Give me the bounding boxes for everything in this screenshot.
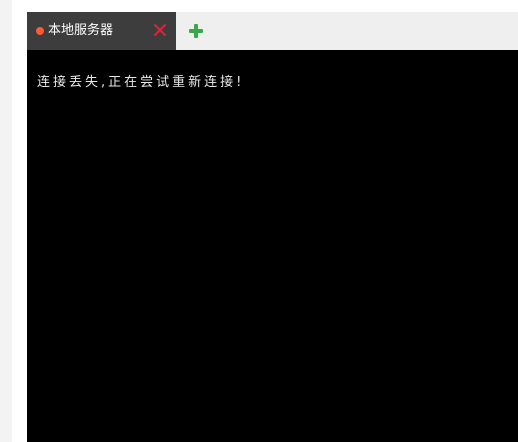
plus-icon[interactable]	[187, 22, 205, 40]
status-dot-icon	[36, 27, 44, 35]
close-icon-graphic	[154, 24, 166, 36]
left-gutter-spacer	[12, 0, 27, 442]
left-gutter	[0, 0, 12, 442]
app-window: 本地服务器 连接丢失,正在尝试重新连接!	[0, 0, 518, 442]
tab-bar: 本地服务器	[27, 12, 518, 50]
close-icon[interactable]	[151, 21, 169, 39]
tab-label: 本地服务器	[48, 23, 114, 38]
plus-icon-graphic	[189, 24, 203, 38]
terminal-output[interactable]: 连接丢失,正在尝试重新连接!	[27, 50, 518, 442]
tab-local-server[interactable]: 本地服务器	[27, 12, 176, 50]
terminal-line: 连接丢失,正在尝试重新连接!	[37, 75, 245, 90]
